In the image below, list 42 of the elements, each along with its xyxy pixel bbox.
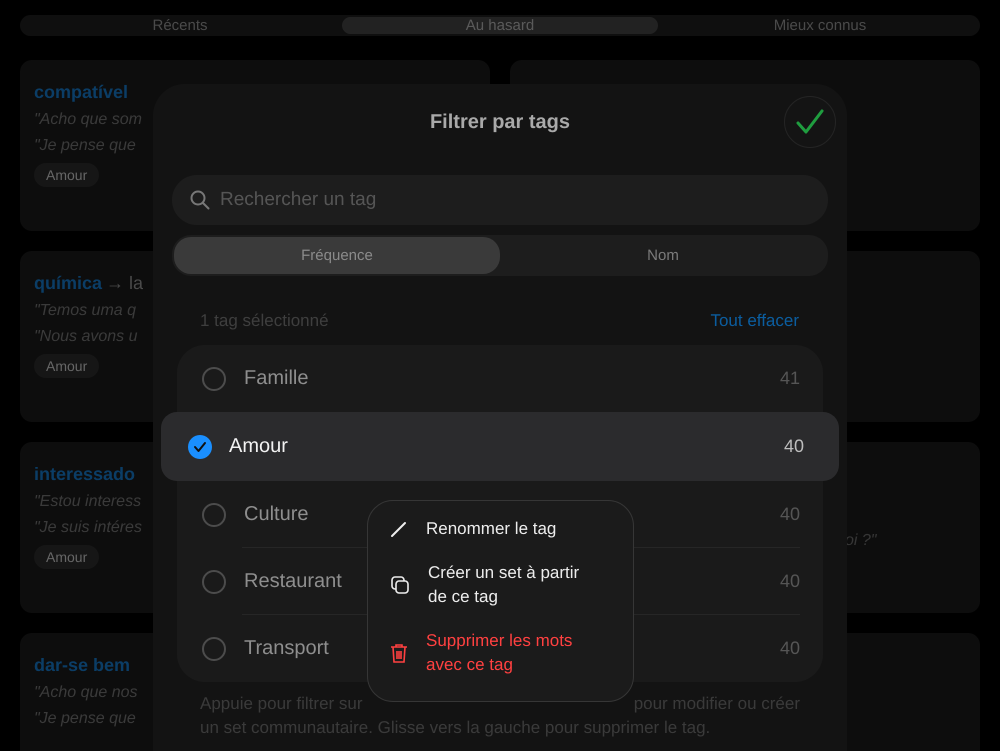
search-icon xyxy=(190,190,210,210)
tag-count: 40 xyxy=(784,436,804,457)
tag-name: Restaurant xyxy=(244,570,342,593)
pencil-icon xyxy=(390,520,408,538)
menu-item[interactable]: Créer un set à partir de ce tag xyxy=(390,561,613,609)
tag-chip: Amour xyxy=(34,354,100,378)
headword: compatível xyxy=(34,82,128,103)
confirm-button[interactable] xyxy=(784,96,836,148)
menu-item[interactable]: Renommer le tag xyxy=(390,517,613,541)
tag-name: Famille xyxy=(244,367,308,390)
trash-icon xyxy=(390,643,408,663)
headword: interessado xyxy=(34,464,136,485)
tab[interactable]: Mieux connus xyxy=(662,17,978,34)
sheet-title: Filtrer par tags xyxy=(430,111,570,134)
tag-chip: Amour xyxy=(34,163,100,187)
clear-all-link[interactable]: Tout effacer xyxy=(710,311,799,331)
check-icon xyxy=(193,440,207,452)
checkmark-icon xyxy=(796,109,824,135)
sort-tab[interactable]: Nom xyxy=(500,237,826,274)
tag-count: 40 xyxy=(780,638,800,659)
radio-circle[interactable] xyxy=(202,570,226,594)
sort-tab[interactable]: Fréquence xyxy=(174,237,500,274)
tag-chip: Amour xyxy=(34,545,100,569)
tag-count: 41 xyxy=(780,368,800,389)
tag-count: 40 xyxy=(780,504,800,525)
headword: química xyxy=(34,273,102,294)
tag-count: 40 xyxy=(780,571,800,592)
checked-radio[interactable] xyxy=(188,434,212,458)
copy-icon xyxy=(390,575,410,595)
tab[interactable]: Au hasard xyxy=(342,17,658,34)
headword: dar-se bem xyxy=(34,655,130,676)
tag-name: Amour xyxy=(229,435,288,458)
translation: → la xyxy=(106,273,144,294)
selected-tag-row[interactable]: Amour 40 xyxy=(161,412,839,481)
radio-circle[interactable] xyxy=(202,366,226,390)
tag-name: Culture xyxy=(244,503,308,526)
tab[interactable]: Récents xyxy=(22,17,338,34)
radio-circle[interactable] xyxy=(202,636,226,660)
menu-item[interactable]: Supprimer les mots avec ce tag xyxy=(390,629,613,677)
search-field[interactable]: Rechercher un tag xyxy=(172,175,828,225)
radio-circle[interactable] xyxy=(202,502,226,526)
tag-name: Transport xyxy=(244,637,329,660)
